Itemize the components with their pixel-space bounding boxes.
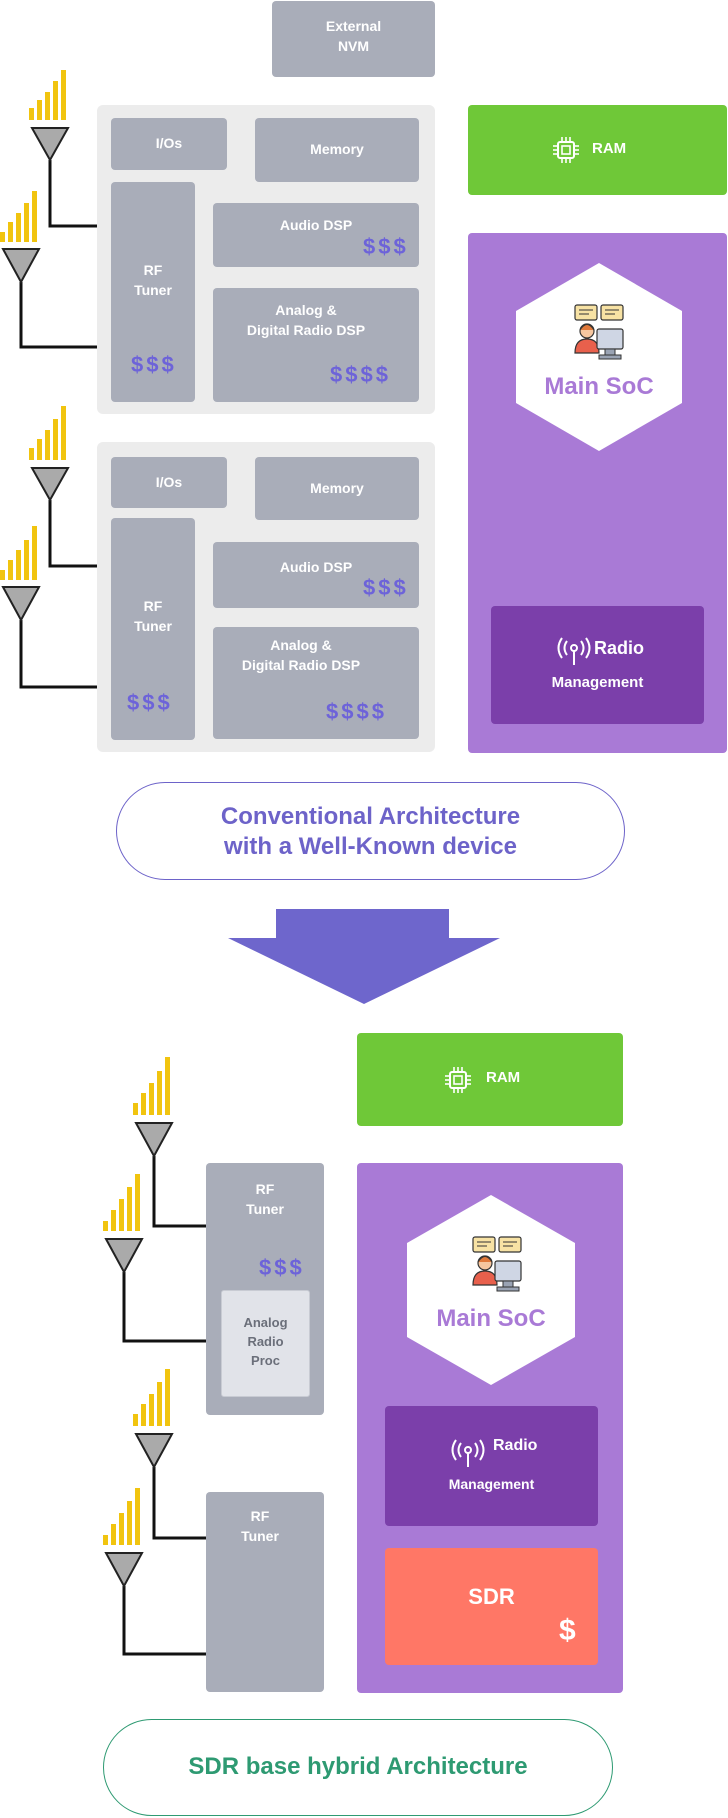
memory-label: Memory [310,480,364,496]
analog-dsp-label: Analog & Digital Radio DSP [246,302,366,338]
radio-sub: Management [448,1476,535,1492]
audio-dsp-block: Audio DSP $$$ [213,203,419,267]
rf-tuner-label: RF Tuner [134,262,172,298]
rf-tuner-block-bottom-2: RF Tuner [206,1492,324,1692]
ios-label: I/Os [155,135,183,151]
analog-dsp-block: Analog & Digital Radio DSP $$$$ [213,288,419,402]
audio-dsp-cost: $$$ [363,575,409,600]
rf-cost: $$$ [131,352,177,377]
ram-label: RAM [486,1069,521,1086]
antenna-icon [104,1238,206,1343]
soc-title: Main SoC [436,1305,546,1332]
signal-bars-icon [103,1174,140,1231]
antenna-icon [134,1122,206,1228]
signal-bars-icon [133,1057,170,1115]
audio-dsp-label: Audio DSP [279,217,353,233]
rf-cost: $$$ [259,1255,305,1280]
rf-cost: $$$ [127,690,173,715]
signal-bars-icon [133,1369,170,1426]
main-soc-container: Main SoC Radio Management [468,233,727,753]
sdr-label: SDR [468,1584,515,1609]
audio-dsp-cost: $$$ [363,234,409,259]
external-nvm-label: External NVM [325,18,382,54]
antenna-icon [104,1552,206,1656]
developer-icon [472,1236,522,1292]
chip-icon [445,1067,471,1093]
signal-bars-icon [29,406,66,460]
bottom-caption-text: SDR base hybrid Architecture [188,1753,528,1780]
ram-block: RAM [468,105,727,195]
tuner-panel-2: I/Os Memory RF Tuner $$$ Audio DSP $$$ A… [97,442,435,752]
chip-icon [553,137,579,163]
analog-radio-proc-block: Analog Radio Proc [221,1290,310,1397]
radio-title: Radio [493,1437,538,1454]
rf-tuner-label: RF Tuner [241,1508,279,1544]
radio-management-block: Radio Management [385,1406,598,1526]
memory-block: Memory [255,457,419,520]
memory-block: Memory [255,118,419,182]
radio-title: Radio [594,638,645,658]
radio-management-block: Radio Management [491,606,704,724]
ios-block: I/Os [111,118,227,170]
audio-dsp-block: Audio DSP $$$ [213,542,419,608]
memory-label: Memory [310,141,364,157]
analog-dsp-cost: $$$$ [330,362,391,387]
bottom-caption: SDR base hybrid Architecture [103,1719,613,1816]
external-nvm-block: External NVM [272,1,435,77]
audio-dsp-label: Audio DSP [279,559,353,575]
radio-waves-icon [557,637,591,665]
soc-title: Main SoC [544,373,654,400]
ios-block: I/Os [111,457,227,508]
top-caption: Conventional Architecture with a Well-Kn… [116,782,625,880]
rf-tuner-block-bottom-1: RF Tuner $$$ Analog Radio Proc [206,1163,324,1415]
developer-icon [574,304,624,360]
antenna-icon [1,586,97,689]
main-soc-container-bottom: Main SoC Radio Management SDR $ [357,1163,623,1693]
analog-dsp-cost: $$$$ [326,699,387,724]
top-caption-text: Conventional Architecture with a Well-Kn… [220,803,521,860]
analog-radio-proc-label: Analog Radio Proc [243,1315,288,1368]
signal-bars-icon [0,191,37,242]
rf-tuner-block: RF Tuner $$$ [111,518,195,740]
tuner-panel-1: I/Os Memory RF Tuner $$$ Audio DSP $$$ A… [97,105,435,414]
signal-bars-icon [29,70,66,120]
signal-bars-icon [103,1488,140,1545]
antenna-icon [30,467,97,568]
ram-label: RAM [592,140,627,157]
analog-dsp-block: Analog & Digital Radio DSP $$$$ [213,627,419,739]
ram-block-bottom: RAM [357,1033,623,1126]
sdr-cost: $ [559,1614,576,1647]
radio-waves-icon [451,1439,485,1467]
signal-bars-icon [0,526,37,580]
rf-tuner-label: RF Tuner [246,1181,284,1217]
sdr-block: SDR $ [385,1548,598,1665]
radio-sub: Management [551,674,644,691]
ios-label: I/Os [155,474,183,490]
antenna-icon [30,127,97,228]
antenna-icon [1,248,97,349]
rf-tuner-label: RF Tuner [134,598,172,634]
rf-tuner-block: RF Tuner $$$ [111,182,195,402]
analog-dsp-label: Analog & Digital Radio DSP [241,637,361,673]
